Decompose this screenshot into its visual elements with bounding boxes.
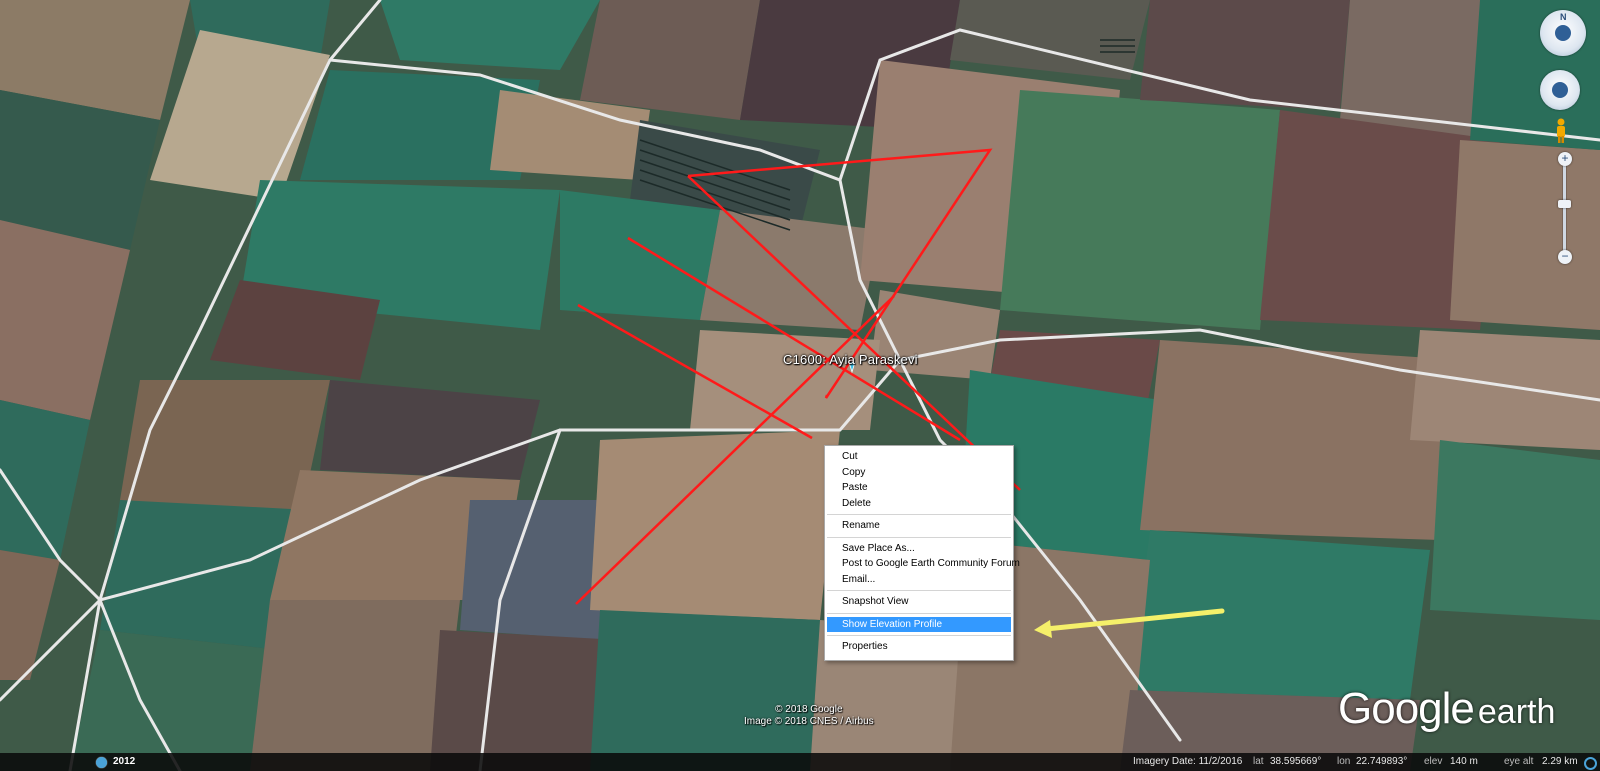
menu-item-delete[interactable]: Delete bbox=[827, 496, 1011, 512]
logo-google: Google bbox=[1338, 684, 1475, 733]
lon-label: lon bbox=[1337, 756, 1351, 767]
status-bar: Imagery Date: 11/2/2016 lat 38.595669° l… bbox=[0, 753, 1600, 771]
elev-label: elev bbox=[1424, 756, 1443, 767]
zoom-out-icon[interactable]: − bbox=[1558, 250, 1572, 264]
historical-imagery-year[interactable]: 2012 bbox=[113, 754, 135, 770]
look-compass-icon[interactable]: N bbox=[1540, 10, 1586, 56]
menu-item-properties[interactable]: Properties bbox=[827, 639, 1011, 655]
satellite-map-view[interactable] bbox=[0, 0, 1600, 771]
menu-item-show-elevation-profile[interactable]: Show Elevation Profile bbox=[827, 616, 1011, 632]
google-earth-logo: Google earth bbox=[1338, 684, 1555, 734]
placemark-label[interactable]: C1600: Ayia Paraskevi bbox=[783, 352, 918, 367]
menu-separator bbox=[827, 612, 1011, 614]
pegman-icon[interactable] bbox=[1554, 118, 1568, 144]
look-eye-icon bbox=[1555, 25, 1571, 41]
lat-label: lat bbox=[1253, 756, 1264, 767]
eye-alt-value: 2.29 km bbox=[1542, 756, 1578, 767]
attribution-line-1: © 2018 Google bbox=[775, 704, 843, 715]
eye-alt-label: eye alt bbox=[1504, 756, 1534, 767]
zoom-slider-track[interactable] bbox=[1563, 158, 1566, 258]
menu-item-snapshot-view[interactable]: Snapshot View bbox=[827, 594, 1011, 610]
elev-value: 140 m bbox=[1450, 756, 1478, 767]
menu-item-post-to-forum[interactable]: Post to Google Earth Community Forum bbox=[827, 556, 1020, 572]
menu-separator bbox=[827, 536, 1011, 538]
menu-item-rename[interactable]: Rename bbox=[827, 518, 1011, 534]
lon-value: 22.749893° bbox=[1356, 756, 1408, 767]
imagery-attribution: © 2018 Google Image © 2018 CNES / Airbus bbox=[744, 704, 874, 728]
menu-item-save-place-as[interactable]: Save Place As... bbox=[827, 541, 1011, 557]
menu-item-paste[interactable]: Paste bbox=[827, 480, 1011, 496]
attribution-line-2: Image © 2018 CNES / Airbus bbox=[744, 716, 874, 727]
menu-item-cut[interactable]: Cut bbox=[827, 449, 1011, 465]
hand-icon bbox=[1552, 82, 1568, 98]
move-joystick-icon[interactable] bbox=[1540, 70, 1580, 110]
north-indicator[interactable]: N bbox=[1560, 12, 1567, 22]
imagery-date: Imagery Date: 11/2/2016 bbox=[1133, 756, 1243, 767]
menu-separator bbox=[827, 635, 1011, 636]
zoom-in-icon[interactable]: + bbox=[1558, 152, 1572, 166]
logo-earth: earth bbox=[1477, 693, 1556, 731]
zoom-slider-handle[interactable] bbox=[1558, 200, 1571, 208]
menu-item-email[interactable]: Email... bbox=[827, 572, 1011, 588]
historical-imagery-icon[interactable] bbox=[96, 757, 107, 768]
context-menu: Cut Copy Paste Delete Rename Save Place … bbox=[824, 445, 1020, 661]
menu-separator bbox=[827, 590, 1011, 591]
menu-item-copy[interactable]: Copy bbox=[827, 465, 1011, 481]
menu-separator bbox=[827, 514, 1011, 515]
loading-icon bbox=[1584, 757, 1597, 770]
lat-value: 38.595669° bbox=[1270, 756, 1322, 767]
